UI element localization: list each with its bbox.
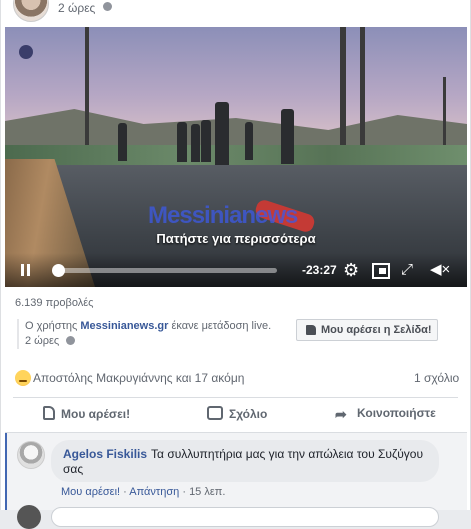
gear-icon[interactable]: ⚙	[343, 261, 361, 279]
comment-author[interactable]: Agelos Fiskilis	[63, 447, 147, 461]
video-person	[201, 120, 211, 162]
progress-handle[interactable]	[52, 264, 66, 277]
video-pole	[360, 27, 365, 157]
comments-section: Agelos Fiskilis Τα συλλυπητήρια μας για τ…	[5, 433, 467, 529]
live-attribution: Ο χρήστης Messinianews.gr έκανε μετάδοση…	[25, 320, 285, 332]
reaction-names[interactable]: Αποστόλης Μακρυγιάννης και 17 ακόμη	[33, 371, 244, 385]
video-person	[118, 123, 127, 161]
like-button[interactable]: Μου αρέσει!	[43, 406, 130, 421]
comment-time[interactable]: 15 λεπ.	[189, 486, 225, 498]
current-user-avatar	[17, 505, 41, 529]
video-player[interactable]: Messinianews Πατήστε για περισσότερα -23…	[5, 27, 467, 287]
video-pole	[340, 27, 346, 157]
commenter-avatar[interactable]	[17, 441, 45, 469]
video-person	[281, 109, 294, 164]
action-bar: Μου αρέσει! Σχόλιο ➦ Κοινοποιήστε	[13, 399, 458, 429]
video-watermark: Messinianews	[148, 202, 298, 229]
comment-bubble: Agelos Fiskilis Τα συλλυπητήρια μας για τ…	[51, 440, 439, 482]
video-caption[interactable]: Πατήστε για περισσότερα	[5, 231, 467, 246]
post-header: 2 ώρες	[1, 0, 470, 22]
attribution-suffix: έκανε μετάδοση live.	[168, 320, 272, 332]
video-fence	[5, 145, 467, 167]
comment-label: Σχόλιο	[229, 407, 268, 421]
progress-bar[interactable]	[52, 264, 277, 277]
attribution-time: 2 ώρες	[25, 335, 76, 347]
fullscreen-icon[interactable]: ⤢	[401, 261, 419, 279]
video-person	[191, 124, 200, 162]
like-page-button[interactable]: Μου αρέσει η Σελίδα!	[296, 319, 438, 341]
share-icon: ➦	[335, 406, 347, 422]
globe-icon	[103, 2, 112, 11]
video-person	[245, 122, 253, 160]
site-link[interactable]: Messinianews.gr	[80, 320, 168, 332]
post-card: 2 ώρες Messinianews Πατήστε για περισσότ…	[0, 0, 471, 529]
globe-icon	[66, 336, 76, 345]
volume-icon[interactable]: ◀×	[430, 261, 450, 279]
comment-reply-link[interactable]: Απάντηση	[129, 486, 179, 498]
video-sign	[19, 45, 33, 59]
view-count: 6.139 προβολές	[15, 297, 94, 309]
remaining-time: -23:27	[302, 263, 337, 277]
author-avatar[interactable]	[13, 0, 49, 22]
video-person	[177, 122, 187, 162]
thumbs-up-icon	[43, 406, 55, 420]
video-pole	[85, 27, 89, 157]
share-button[interactable]: ➦ Κοινοποιήστε	[335, 406, 436, 421]
like-page-label: Μου αρέσει η Σελίδα!	[321, 324, 432, 336]
video-controls: -23:27 ⚙ ⤢ ◀×	[5, 253, 467, 287]
comment-button[interactable]: Σχόλιο	[207, 406, 267, 421]
post-time[interactable]: 2 ώρες	[58, 1, 95, 15]
video-person	[215, 102, 229, 167]
attribution-prefix: Ο χρήστης	[25, 320, 81, 332]
attribution-divider	[17, 319, 19, 349]
pause-button[interactable]	[17, 261, 35, 279]
comment-like-link[interactable]: Μου αρέσει!	[61, 486, 120, 498]
share-label: Κοινοποιήστε	[357, 406, 436, 420]
write-comment-input[interactable]	[51, 507, 439, 527]
like-label: Μου αρέσει!	[61, 407, 131, 421]
sad-reaction-icon	[15, 370, 31, 386]
thumbs-up-icon	[306, 325, 316, 335]
comment-count[interactable]: 1 σχόλιο	[414, 371, 459, 385]
miniplayer-icon[interactable]	[371, 261, 390, 279]
divider	[13, 397, 458, 398]
comment-icon	[207, 406, 223, 420]
attribution-time-text[interactable]: 2 ώρες	[25, 335, 59, 347]
comment-meta: Μου αρέσει! · Απάντηση · 15 λεπ.	[61, 486, 226, 498]
